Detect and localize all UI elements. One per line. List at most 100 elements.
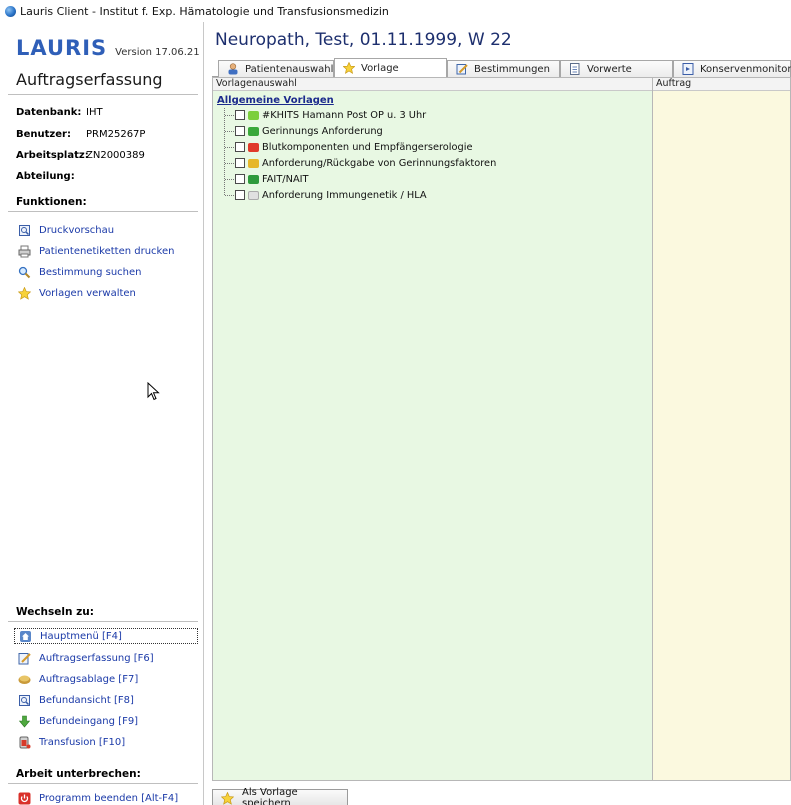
- switch-order-entry[interactable]: Auftragserfassung [F6]: [18, 650, 154, 666]
- switch-heading: Wechseln zu:: [16, 606, 94, 618]
- info-value: PRM25267P: [86, 129, 146, 140]
- template-item[interactable]: #KHITS Hamann Post OP u. 3 Uhr: [235, 108, 426, 122]
- functions-heading: Funktionen:: [16, 196, 87, 208]
- function-print-labels[interactable]: Patientenetiketten drucken: [18, 243, 174, 259]
- info-label: Arbeitsplatz:: [16, 150, 89, 161]
- function-search[interactable]: Bestimmung suchen: [18, 264, 141, 280]
- info-department: Abteilung:: [16, 171, 86, 182]
- template-item[interactable]: Anforderung/Rückgabe von Gerinnungsfakto…: [235, 156, 496, 170]
- tree-connector: [225, 115, 234, 116]
- template-item[interactable]: FAIT/NAIT: [235, 172, 309, 186]
- template-color-icon: [248, 142, 259, 152]
- tab-blood-monitor[interactable]: Konservenmonitor: [673, 60, 791, 77]
- tree-connector: [225, 195, 234, 196]
- template-label: Gerinnungs Anforderung: [262, 125, 383, 137]
- monitor-icon: [682, 63, 694, 75]
- switch-main-menu[interactable]: Hauptmenü [F4]: [14, 628, 198, 644]
- switch-label: Auftragsablage [F7]: [39, 673, 139, 685]
- template-checkbox[interactable]: [235, 142, 245, 152]
- tab-determinations[interactable]: Bestimmungen: [447, 60, 560, 77]
- report-inbox-icon: [18, 715, 31, 728]
- tab-previous-values[interactable]: Vorwerte: [560, 60, 673, 77]
- left-sidebar: LAURIS Version 17.06.21 Auftragserfassun…: [0, 22, 204, 805]
- template-label: FAIT/NAIT: [262, 173, 309, 185]
- template-checkbox[interactable]: [235, 158, 245, 168]
- tab-label: Patientenauswahl: [245, 63, 334, 75]
- info-label: Datenbank:: [16, 107, 82, 118]
- exit-program-button[interactable]: Programm beenden [Alt-F4]: [18, 790, 178, 805]
- version-label: Version 17.06.21: [115, 47, 200, 58]
- report-view-icon: [18, 694, 31, 707]
- transfusion-icon: [18, 736, 31, 749]
- template-checkbox[interactable]: [235, 174, 245, 184]
- patient-header: Neuropath, Test, 01.11.1999, W 22: [215, 30, 512, 50]
- order-archive-icon: [18, 673, 31, 686]
- tree-connector: [225, 179, 234, 180]
- switch-report-view[interactable]: Befundansicht [F8]: [18, 692, 134, 708]
- template-color-icon: [248, 110, 259, 120]
- function-label: Druckvorschau: [39, 224, 115, 236]
- template-color-icon: [248, 126, 259, 136]
- template-checkbox[interactable]: [235, 110, 245, 120]
- switch-order-archive[interactable]: Auftragsablage [F7]: [18, 671, 138, 687]
- home-icon: [19, 630, 32, 643]
- mouse-cursor-icon: [147, 382, 160, 401]
- info-label: Abteilung:: [16, 171, 75, 182]
- tree-connector: [225, 131, 234, 132]
- divider: [8, 621, 198, 622]
- template-color-icon: [248, 174, 259, 184]
- logo-row: LAURIS Version 17.06.21: [16, 36, 200, 60]
- switch-label: Befundansicht [F8]: [39, 694, 134, 706]
- star-icon: [17, 286, 32, 300]
- function-label: Vorlagen verwalten: [39, 287, 136, 299]
- switch-label: Auftragserfassung [F6]: [39, 652, 154, 664]
- switch-label: Transfusion [F10]: [39, 736, 126, 748]
- template-label: Blutkomponenten und Empfängerserologie: [262, 141, 473, 153]
- switch-report-inbox[interactable]: Befundeingang [F9]: [18, 713, 138, 729]
- function-label: Patientenetiketten drucken: [39, 245, 175, 257]
- save-as-template-label: Als Vorlage speichern: [242, 787, 298, 805]
- template-label: #KHITS Hamann Post OP u. 3 Uhr: [262, 109, 427, 121]
- template-item[interactable]: Anforderung Immungenetik / HLA: [235, 188, 427, 202]
- template-selection-panel: Vorlagenauswahl Allgemeine Vorlagen #KHI…: [212, 77, 653, 781]
- function-print-preview[interactable]: Druckvorschau: [18, 222, 114, 238]
- tree-connector: [225, 163, 234, 164]
- edit-order-icon: [18, 652, 31, 665]
- info-label: Benutzer:: [16, 129, 71, 140]
- divider: [8, 94, 198, 95]
- function-label: Bestimmung suchen: [39, 266, 142, 278]
- template-label: Anforderung Immungenetik / HLA: [262, 189, 427, 201]
- function-manage-templates[interactable]: Vorlagen verwalten: [17, 285, 136, 301]
- tree-connector: [224, 108, 225, 195]
- column-header: Auftrag: [653, 78, 790, 91]
- patient-icon: [227, 63, 239, 75]
- divider: [8, 211, 198, 212]
- divider: [8, 783, 198, 784]
- switch-transfusion[interactable]: Transfusion [F10]: [18, 734, 125, 750]
- tab-patient-selection[interactable]: Patientenauswahl: [218, 60, 334, 77]
- printer-icon: [18, 245, 31, 258]
- template-color-icon: [248, 158, 259, 168]
- template-item[interactable]: Blutkomponenten und Empfängerserologie: [235, 140, 472, 154]
- template-checkbox[interactable]: [235, 190, 245, 200]
- tab-label: Bestimmungen: [474, 63, 550, 75]
- search-icon: [18, 266, 31, 279]
- power-icon: [18, 792, 31, 805]
- info-user: Benutzer: PRM25267P: [16, 129, 145, 140]
- template-checkbox[interactable]: [235, 126, 245, 136]
- tree-group-general-templates[interactable]: Allgemeine Vorlagen: [217, 95, 334, 106]
- tree-connector: [225, 147, 234, 148]
- tab-template[interactable]: Vorlage: [334, 58, 447, 77]
- tab-label: Konservenmonitor: [700, 63, 791, 75]
- info-value: ZN2000389: [86, 150, 145, 161]
- star-icon: [342, 61, 356, 74]
- template-color-icon: [248, 190, 259, 200]
- module-title: Auftragserfassung: [16, 70, 163, 89]
- lauris-logo: LAURIS: [16, 36, 108, 60]
- template-item[interactable]: Gerinnungs Anforderung: [235, 124, 383, 138]
- switch-label: Hauptmenü [F4]: [40, 630, 122, 642]
- save-as-template-button[interactable]: Als Vorlage speichern: [212, 787, 348, 805]
- star-icon: [220, 791, 235, 805]
- exit-label: Programm beenden [Alt-F4]: [39, 792, 179, 804]
- order-panel: Auftrag: [653, 77, 791, 781]
